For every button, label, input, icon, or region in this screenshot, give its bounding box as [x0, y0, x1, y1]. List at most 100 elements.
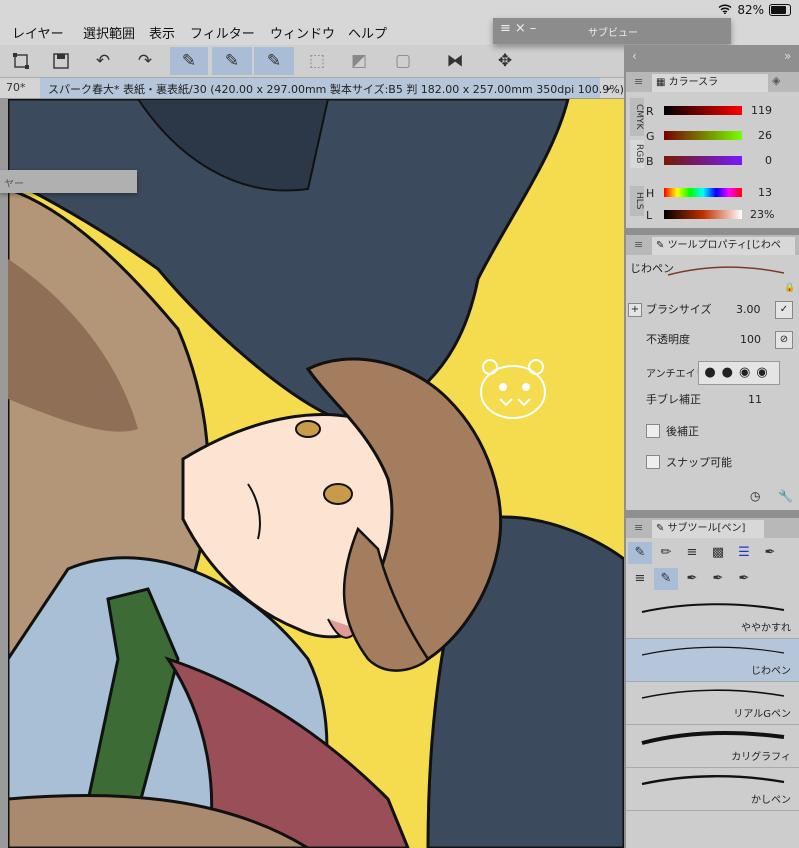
layer-panel-title: ヤー [4, 179, 24, 190]
g-gradient[interactable] [664, 131, 742, 140]
stabilization-row[interactable]: 手ブレ補正 11 [626, 391, 799, 417]
brush-stroke-preview [667, 266, 785, 276]
move-layer-icon[interactable]: ✥ [490, 47, 520, 75]
b-gradient[interactable] [664, 156, 742, 165]
menu-selection[interactable]: 選択範囲 [83, 23, 135, 42]
collapse-left-icon[interactable]: ‹ [632, 49, 637, 63]
chevron-down-icon[interactable]: ⌄ [604, 80, 613, 93]
line-pattern-icon[interactable]: ☰ [732, 542, 756, 564]
pen-list-icon[interactable]: ✎ [254, 47, 294, 75]
artwork-illustration [8, 99, 624, 848]
panel-menu-icon[interactable]: ≡ [634, 521, 643, 534]
antialias-row[interactable]: アンチエイリ ●●◉◉ [626, 361, 799, 385]
stabilization-value[interactable]: 11 [748, 393, 762, 406]
clear-selection-icon[interactable]: ◩ [344, 47, 374, 75]
undo-icon[interactable]: ↶ [88, 47, 118, 75]
pen-group-icon[interactable]: ✎ [628, 542, 652, 564]
menu-window[interactable]: ウィンドウ [270, 23, 335, 42]
snap-row[interactable]: スナップ可能 [626, 453, 799, 475]
brush-stroke-icon [641, 646, 785, 656]
deselect-icon[interactable]: ⬚ [302, 47, 332, 75]
save-icon[interactable] [46, 47, 76, 75]
color-panel-header: ≡ ▦ カラースラ ◈ [626, 72, 799, 92]
pen-icon: ✎ [656, 523, 668, 534]
selection-area-icon[interactable]: ▢ [388, 47, 418, 75]
pencil-group-icon[interactable]: ✏ [654, 542, 678, 564]
brush-stroke-icon [641, 731, 785, 745]
status-bar: 82% [718, 3, 791, 17]
b-slider[interactable]: B 0 [626, 152, 799, 174]
expand-plus-icon[interactable]: + [628, 303, 642, 317]
redo-icon[interactable]: ↷ [130, 47, 160, 75]
opacity-value[interactable]: 100 [740, 333, 761, 346]
menu-view[interactable]: 表示 [149, 23, 175, 42]
panel-menu-icon[interactable]: ≡ [634, 238, 643, 251]
subtool-panel: ≡ ✎ サブツール[ペン] ✎ ✏ ≡ ▩ ☰ ✒ ≡ ✎ ✒ ✒ ✒ ややかす… [626, 518, 799, 848]
document-tab-bar: 70* スパーク春大* 表紙・裏表紙/30 (420.00 x 297.00mm… [0, 78, 624, 99]
list-view-icon[interactable]: ≡ [628, 568, 652, 590]
brush-stroke-icon [641, 775, 785, 786]
kabura-pen-icon[interactable]: ✒ [732, 568, 756, 590]
opacity-toggle-icon[interactable]: ⊘ [775, 331, 793, 349]
wrench-pen-icon: ✎ [656, 240, 668, 251]
transform-icon[interactable] [6, 47, 36, 75]
brush-stroke-icon [641, 603, 785, 613]
document-tab[interactable]: スパーク春大* 表紙・裏表紙/30 (420.00 x 297.00mm 製本サ… [40, 78, 624, 98]
menu-filter[interactable]: フィルター [190, 23, 255, 42]
color-slider-panel: ≡ ▦ カラースラ ◈ CMYK RGB HLS R 119 G 26 B 0 … [626, 72, 799, 228]
h-slider[interactable]: H 13 [626, 184, 799, 206]
marker-icon[interactable]: ✒ [758, 542, 782, 564]
l-slider[interactable]: L 23% [626, 206, 799, 228]
reset-icon[interactable]: ◷ [750, 489, 760, 503]
h-gradient[interactable] [664, 188, 742, 197]
snap-checkbox[interactable] [646, 455, 660, 469]
lock-icon[interactable]: 🔒 [784, 283, 795, 293]
wrench-icon[interactable]: 🔧 [778, 489, 793, 503]
sub-viewer-controls-icon[interactable]: ≡×– [500, 21, 540, 36]
brush-list-icon[interactable]: ≡ [680, 542, 704, 564]
toolbar: ↶ ↷ ✎ ✎ ✎ ⬚ ◩ ▢ ⧓ ✥ [0, 45, 624, 78]
menu-layer[interactable]: レイヤー [12, 23, 64, 42]
zoom-level: 70* [6, 81, 26, 94]
maru-pen-icon[interactable]: ✒ [706, 568, 730, 590]
post-correction-checkbox[interactable] [646, 424, 660, 438]
tool-property-tab[interactable]: ✎ ツールプロパティ[じわペ [652, 237, 795, 255]
brush-size-check-icon[interactable]: ✓ [775, 301, 793, 319]
expand-right-icon[interactable]: » [784, 49, 791, 63]
brush-stroke-icon [641, 689, 785, 699]
panel-menu-icon[interactable]: ≡ [634, 75, 643, 88]
r-slider[interactable]: R 119 [626, 102, 799, 124]
brush-item[interactable]: ややかすれ [626, 596, 799, 639]
wifi-icon [718, 3, 732, 17]
sub-viewer-panel[interactable]: ≡×– サブビュー [493, 18, 731, 44]
pen-settings-icon[interactable]: ✎ [170, 47, 208, 75]
brush-size-value[interactable]: 3.00 [736, 303, 761, 316]
color-set-icon[interactable]: ◈ [772, 74, 780, 87]
pen-selected-icon[interactable]: ✎ [654, 568, 678, 590]
l-gradient[interactable] [664, 210, 742, 219]
antialias-options[interactable]: ●●◉◉ [698, 361, 780, 385]
palette-icon: ▦ [656, 77, 669, 88]
subtool-header: ≡ ✎ サブツール[ペン] [626, 518, 799, 538]
battery-icon [769, 4, 791, 16]
g-pen-icon[interactable]: ✒ [680, 568, 704, 590]
flip-horizontal-icon[interactable]: ⧓ [440, 47, 470, 75]
g-slider[interactable]: G 26 [626, 127, 799, 149]
brush-item[interactable]: かしペン [626, 768, 799, 811]
r-gradient[interactable] [664, 106, 742, 115]
drawing-canvas[interactable] [8, 99, 624, 848]
tool-property-header: ≡ ✎ ツールプロパティ[じわペ [626, 235, 799, 255]
layer-panel[interactable]: ヤー [0, 170, 137, 193]
tone-pattern-icon[interactable]: ▩ [706, 542, 730, 564]
brush-item[interactable]: カリグラフィ [626, 725, 799, 768]
brush-item-selected[interactable]: じわペン [626, 639, 799, 682]
opacity-row[interactable]: 不透明度 100 ⊘ [626, 331, 799, 353]
brush-size-row[interactable]: + ブラシサイズ 3.00 ✓ [626, 301, 799, 323]
menu-help[interactable]: ヘルプ [348, 23, 387, 42]
post-correction-row[interactable]: 後補正 [626, 421, 799, 445]
sub-viewer-title: サブビュー [588, 28, 638, 39]
pen-gear-icon[interactable]: ✎ [212, 47, 252, 75]
subtool-tab[interactable]: ✎ サブツール[ペン] [652, 520, 764, 538]
brush-item[interactable]: リアルGペン [626, 682, 799, 725]
color-slider-tab[interactable]: ▦ カラースラ [652, 74, 768, 92]
